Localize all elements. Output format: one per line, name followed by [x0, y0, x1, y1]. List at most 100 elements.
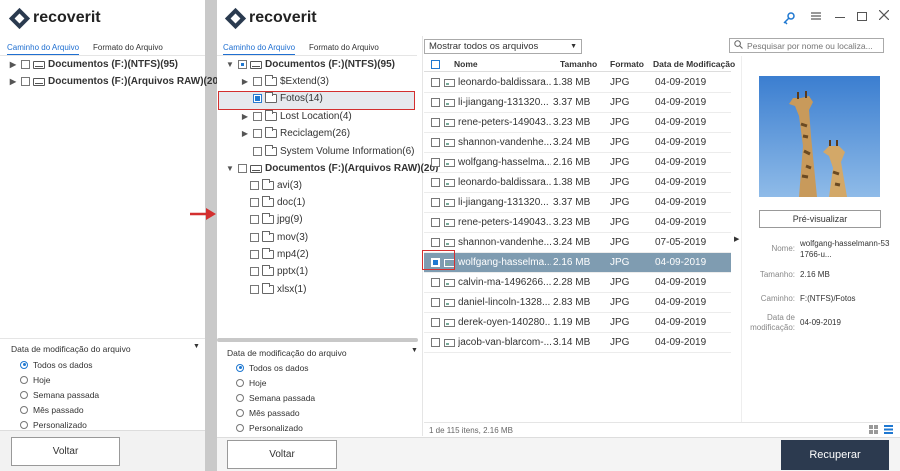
radio-last-week[interactable]: Semana passada	[20, 387, 99, 402]
table-row[interactable]: jacob-van-blarcom-... 3.14 MB JPG 04-09-…	[424, 333, 731, 353]
radio-button[interactable]	[236, 378, 244, 387]
tree-item-fotos[interactable]: Fotos(14)	[240, 92, 323, 104]
tree-item-recycle[interactable]: ▶ Reciclagem(26)	[240, 127, 350, 139]
checkbox[interactable]	[21, 77, 30, 86]
table-row[interactable]: shannon-vandenhe... 3.24 MB JPG 07-05-20…	[424, 233, 731, 253]
search-box[interactable]	[729, 38, 884, 53]
tree-item-mov[interactable]: mov(3)	[250, 231, 308, 243]
checkbox[interactable]	[250, 250, 259, 259]
checkbox[interactable]	[431, 138, 440, 147]
table-row[interactable]: shannon-vandenhe... 3.24 MB JPG 04-09-20…	[424, 133, 731, 153]
checkbox[interactable]	[250, 198, 259, 207]
radio-all[interactable]: Todos os dados	[20, 357, 99, 372]
radio-today[interactable]: Hoje	[236, 375, 315, 390]
tree-item-doc[interactable]: doc(1)	[250, 196, 305, 208]
checkbox[interactable]	[431, 338, 440, 347]
checkbox[interactable]	[253, 94, 262, 103]
back-button[interactable]: Voltar	[11, 437, 120, 466]
tree-item-system-volume[interactable]: System Volume Information(6)	[240, 145, 415, 157]
tab-file-format[interactable]: Formato do Arquivo	[93, 41, 163, 56]
checkbox[interactable]	[238, 60, 247, 69]
radio-button[interactable]	[236, 408, 244, 417]
radio-button[interactable]	[20, 390, 28, 399]
radio-button[interactable]	[20, 360, 28, 369]
close-icon[interactable]	[878, 9, 890, 21]
radio-custom[interactable]: Personalizado	[236, 420, 315, 435]
checkbox[interactable]	[250, 233, 259, 242]
checkbox[interactable]	[431, 298, 440, 307]
table-row[interactable]: leonardo-baldissara... 1.38 MB JPG 04-09…	[424, 173, 731, 193]
menu-icon[interactable]	[811, 11, 821, 21]
checkbox[interactable]	[431, 218, 440, 227]
checkbox[interactable]	[253, 129, 262, 138]
back-button[interactable]: Voltar	[227, 440, 337, 469]
checkbox[interactable]	[431, 198, 440, 207]
table-row[interactable]: leonardo-baldissara... 1.38 MB JPG 04-09…	[424, 73, 731, 93]
column-date[interactable]: Data de Modificação	[653, 59, 735, 69]
table-row[interactable]: wolfgang-hasselma... 2.16 MB JPG 04-09-2…	[424, 153, 731, 173]
checkbox[interactable]	[431, 278, 440, 287]
tree-item-jpg[interactable]: jpg(9)	[250, 213, 303, 225]
chevron-right-icon[interactable]: ▶	[8, 60, 18, 69]
checkbox[interactable]	[250, 267, 259, 276]
radio-button[interactable]	[20, 375, 28, 384]
tree-item-avi[interactable]: avi(3)	[250, 179, 302, 191]
chevron-right-icon[interactable]: ▶	[240, 77, 250, 86]
tree-item-ntfs[interactable]: ▶ Documentos (F:)(NTFS)(95)	[8, 59, 178, 70]
checkbox[interactable]	[21, 60, 30, 69]
checkbox[interactable]	[238, 164, 247, 173]
preview-button[interactable]: Pré-visualizar	[759, 210, 881, 228]
tree-item-xlsx[interactable]: xlsx(1)	[250, 283, 306, 295]
column-size[interactable]: Tamanho	[560, 59, 597, 69]
chevron-down-icon[interactable]: ▼	[225, 164, 235, 173]
tab-file-path[interactable]: Caminho do Arquivo	[7, 41, 80, 56]
radio-today[interactable]: Hoje	[20, 372, 99, 387]
table-row[interactable]: rene-peters-149043... 3.23 MB JPG 04-09-…	[424, 213, 731, 233]
search-input[interactable]	[747, 40, 879, 51]
radio-all[interactable]: Todos os dados	[236, 360, 315, 375]
recover-button[interactable]: Recuperar	[781, 440, 889, 470]
radio-last-month[interactable]: Mês passado	[236, 405, 315, 420]
checkbox[interactable]	[250, 181, 259, 190]
tree-item-mp4[interactable]: mp4(2)	[250, 248, 309, 260]
table-row[interactable]: calvin-ma-1496266... 2.28 MB JPG 04-09-2…	[424, 273, 731, 293]
radio-button[interactable]	[20, 420, 28, 429]
table-row[interactable]: rene-peters-149043... 3.23 MB JPG 04-09-…	[424, 113, 731, 133]
radio-button[interactable]	[236, 393, 244, 402]
chevron-right-icon[interactable]: ▶	[240, 112, 250, 121]
chevron-right-icon[interactable]: ▶	[240, 129, 250, 138]
radio-last-week[interactable]: Semana passada	[236, 390, 315, 405]
checkbox[interactable]	[431, 238, 440, 247]
maximize-icon[interactable]	[857, 12, 867, 21]
checkbox[interactable]	[431, 98, 440, 107]
checkbox[interactable]	[253, 77, 262, 86]
checkbox[interactable]	[253, 147, 262, 156]
key-icon[interactable]	[782, 11, 796, 25]
radio-button[interactable]	[236, 423, 244, 432]
chevron-down-icon[interactable]: ▼	[225, 60, 235, 69]
checkbox[interactable]	[253, 112, 262, 121]
checkbox[interactable]	[431, 318, 440, 327]
minimize-icon[interactable]	[835, 17, 845, 18]
horizontal-scrollbar[interactable]	[217, 338, 418, 342]
table-row[interactable]: li-jiangang-131320... 3.37 MB JPG 04-09-…	[424, 193, 731, 213]
list-view-icon[interactable]	[884, 425, 893, 434]
table-row[interactable]: daniel-lincoln-1328... 2.83 MB JPG 04-09…	[424, 293, 731, 313]
checkbox[interactable]	[431, 178, 440, 187]
table-row[interactable]: li-jiangang-131320... 3.37 MB JPG 04-09-…	[424, 93, 731, 113]
radio-button[interactable]	[20, 405, 28, 414]
radio-last-month[interactable]: Mês passado	[20, 402, 99, 417]
tab-file-path[interactable]: Caminho do Arquivo	[223, 41, 296, 56]
column-name[interactable]: Nome	[454, 59, 478, 69]
show-files-select[interactable]: Mostrar todos os arquivos ▼	[424, 39, 582, 54]
table-row-selected[interactable]: wolfgang-hasselma... 2.16 MB JPG 04-09-2…	[424, 253, 731, 273]
tree-item-raw[interactable]: ▼ Documentos (F:)(Arquivos RAW)(20)	[225, 163, 438, 174]
column-format[interactable]: Formato	[610, 59, 644, 69]
tree-item-raw[interactable]: ▶ Documentos (F:)(Arquivos RAW)(20)	[8, 76, 221, 87]
checkbox[interactable]	[250, 285, 259, 294]
chevron-right-icon[interactable]: ▶	[8, 77, 18, 86]
tree-item-extend[interactable]: ▶ $Extend(3)	[240, 75, 329, 87]
select-all-checkbox[interactable]	[431, 59, 440, 69]
tree-item-lost-location[interactable]: ▶ Lost Location(4)	[240, 110, 352, 122]
dropdown-icon[interactable]: ▼	[193, 343, 200, 350]
